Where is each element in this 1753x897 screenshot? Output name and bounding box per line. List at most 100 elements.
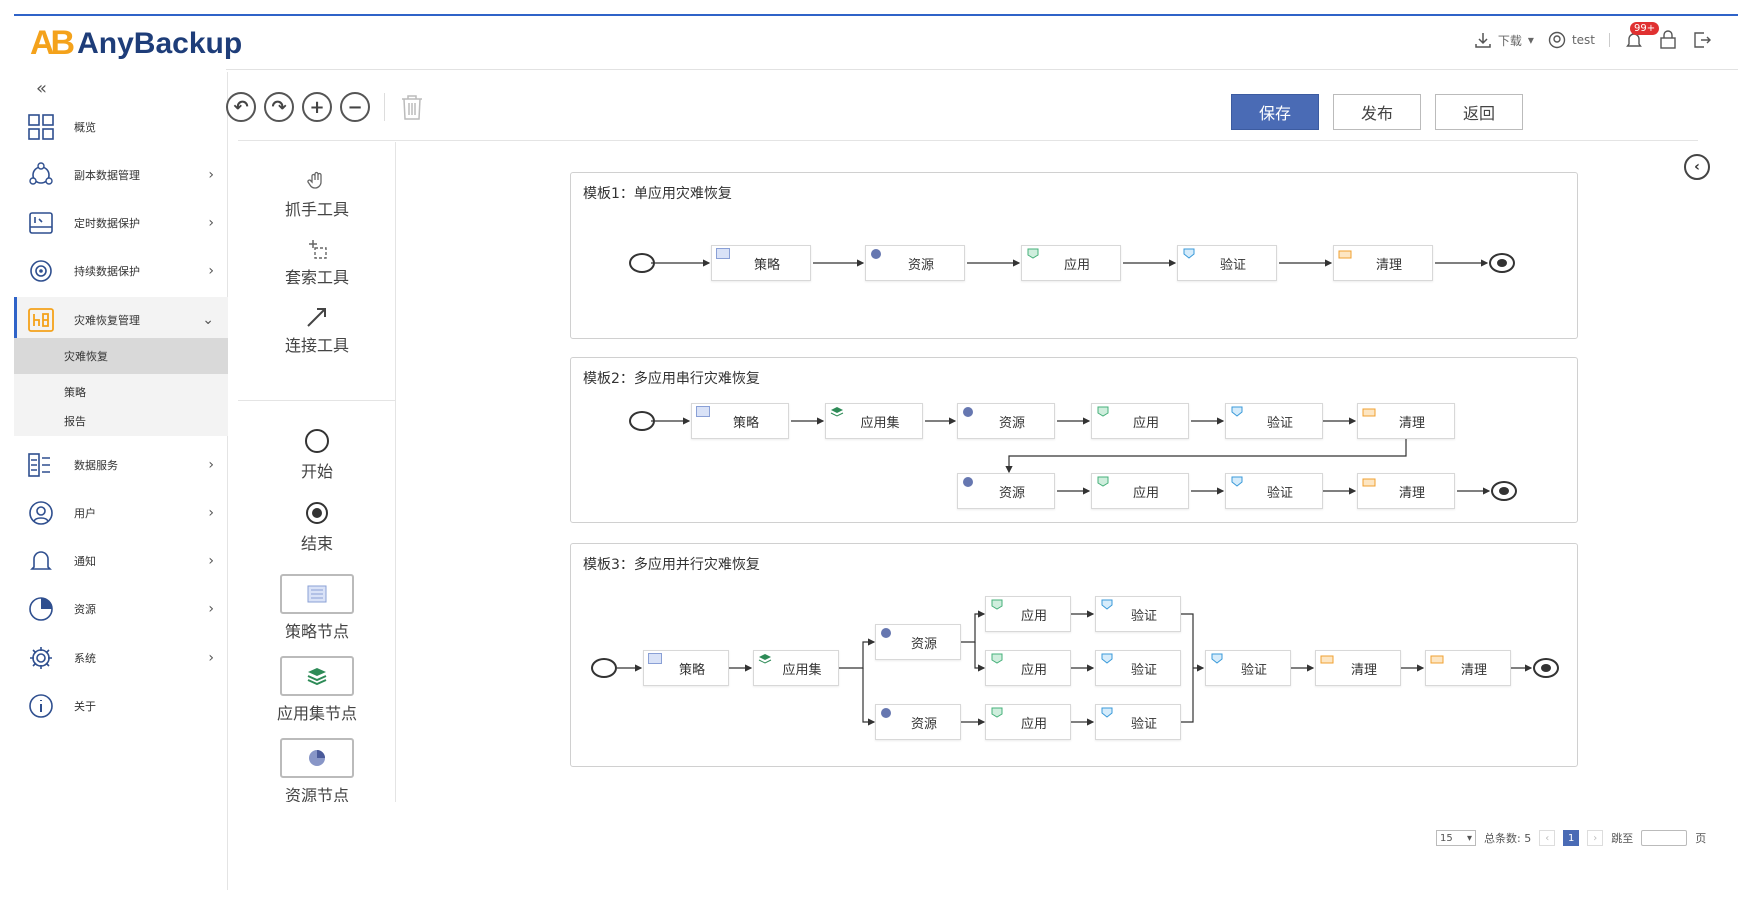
sidebar-item-label: 系统 [74, 652, 96, 665]
tool-palette: 抓手工具 套索工具 连接工具 开始 结束 策略节点 应用集节点 资源节点 [238, 142, 396, 802]
sidebar-item-about[interactable]: 关于 [14, 683, 228, 729]
policy-node[interactable]: 策略 [691, 403, 789, 439]
end-node-tool[interactable]: 结束 [238, 500, 395, 554]
policy-node-tool[interactable]: 策略节点 [238, 574, 395, 642]
chevron-right-icon: › [208, 505, 214, 521]
resource-node-tool[interactable]: 资源节点 [238, 738, 395, 802]
publish-button[interactable]: 发布 [1333, 94, 1421, 130]
sidebar: « 概览 副本数据管理 › 定时数据保护 › 持续数据保护 › 灾难恢复管理 ⌄ 灾难恢… [14, 72, 228, 890]
verify-node[interactable]: 验证 [1095, 704, 1181, 740]
sidebar-item-notification[interactable]: 通知 › [14, 538, 228, 584]
app-node[interactable]: 应用 [985, 596, 1071, 632]
node-label: 资源 [998, 485, 1025, 501]
end-node[interactable] [1489, 253, 1515, 273]
sidebar-item-label: 用户 [74, 507, 96, 520]
sidebar-item-system[interactable]: 系统 › [14, 635, 228, 681]
lock-icon[interactable] [1658, 30, 1678, 50]
sidebar-item-disaster-recovery[interactable]: 灾难恢复管理 ⌄ [14, 297, 228, 343]
header: AB AnyBackup 下载 ▾ test 99+ [14, 16, 1738, 70]
app-node[interactable]: 应用 [985, 704, 1071, 740]
back-button[interactable]: 返回 [1435, 94, 1523, 130]
template-card-2[interactable]: 模板2：多应用串行灾难恢复 策略 应用集 资源 应用 验证 清理 资源 应用 验… [570, 357, 1578, 523]
sidebar-subitem-disaster-recovery[interactable]: 灾难恢复 [14, 338, 228, 374]
start-node[interactable] [629, 253, 655, 273]
prev-page-button[interactable]: ‹ [1539, 830, 1556, 846]
appset-node[interactable]: 应用集 [753, 650, 839, 686]
app-icon [991, 599, 1003, 610]
logout-icon[interactable] [1692, 30, 1712, 50]
app-node[interactable]: 应用 [1091, 473, 1189, 509]
broom-icon [1320, 655, 1334, 664]
collapse-sidebar-icon[interactable]: « [36, 78, 47, 99]
notification-badge: 99+ [1630, 22, 1660, 35]
zoom-out-icon[interactable]: − [340, 92, 370, 122]
collapse-panel-icon[interactable]: ‹ [1684, 154, 1710, 180]
resource-node[interactable]: 资源 [875, 704, 961, 740]
pie-icon [881, 628, 891, 638]
sidebar-subitem-report[interactable]: 报告 [14, 406, 228, 436]
template-card-3[interactable]: 模板3：多应用并行灾难恢复 策略 应用集 资源 资源 应用 应用 应用 验证 验… [570, 543, 1578, 767]
clean-node[interactable]: 清理 [1425, 650, 1511, 686]
lasso-tool[interactable]: 套索工具 [238, 238, 395, 288]
clean-node[interactable]: 清理 [1333, 245, 1433, 281]
hand-tool[interactable]: 抓手工具 [238, 170, 395, 220]
sidebar-item-continuous-protection[interactable]: 持续数据保护 › [14, 248, 228, 294]
end-node[interactable] [1491, 481, 1517, 501]
current-page[interactable]: 1 [1563, 830, 1580, 846]
goto-page-input[interactable] [1641, 830, 1688, 846]
user-menu[interactable]: test [1548, 31, 1595, 49]
verify-node[interactable]: 验证 [1177, 245, 1277, 281]
app-node[interactable]: 应用 [1091, 403, 1189, 439]
start-node[interactable] [629, 411, 655, 431]
node-label: 资源 [910, 716, 937, 732]
verify-node[interactable]: 验证 [1095, 650, 1181, 686]
app-node[interactable]: 应用 [985, 650, 1071, 686]
notification-button[interactable]: 99+ [1624, 22, 1660, 50]
sidebar-subitem-policy[interactable]: 策略 [14, 374, 228, 410]
shield-icon [1101, 599, 1113, 610]
clean-node[interactable]: 清理 [1357, 403, 1455, 439]
connect-tool[interactable]: 连接工具 [238, 306, 395, 356]
zoom-in-icon[interactable]: + [302, 92, 332, 122]
download-menu[interactable]: 下载 ▾ [1474, 31, 1534, 49]
logo-mark: AB [30, 24, 75, 63]
resource-node[interactable]: 资源 [957, 473, 1055, 509]
appset-node[interactable]: 应用集 [825, 403, 923, 439]
clean-node[interactable]: 清理 [1357, 473, 1455, 509]
policy-node[interactable]: 策略 [643, 650, 729, 686]
shield-icon [1231, 406, 1243, 417]
sidebar-item-data-service[interactable]: 数据服务 › [14, 442, 228, 488]
logo[interactable]: AB AnyBackup [30, 24, 242, 63]
app-icon [1027, 248, 1039, 259]
sidebar-item-user[interactable]: 用户 › [14, 490, 228, 536]
sidebar-item-copy-data[interactable]: 副本数据管理 › [14, 152, 228, 198]
template-card-1[interactable]: 模板1：单应用灾难恢复 策略 资源 应用 验证 清理 [570, 172, 1578, 339]
policy-node[interactable]: 策略 [711, 245, 811, 281]
sidebar-item-scheduled-protection[interactable]: 定时数据保护 › [14, 200, 228, 246]
page-size-select[interactable]: 15 ▾ [1436, 830, 1476, 846]
undo-icon[interactable]: ↶ [226, 92, 256, 122]
clean-node[interactable]: 清理 [1315, 650, 1401, 686]
pie-icon [881, 708, 891, 718]
start-node-tool[interactable]: 开始 [238, 428, 395, 482]
header-tools: 下载 ▾ test 99+ [1474, 22, 1712, 50]
resource-node[interactable]: 资源 [865, 245, 965, 281]
sidebar-item-label: 通知 [74, 555, 96, 568]
verify-node[interactable]: 验证 [1225, 473, 1323, 509]
start-node[interactable] [591, 658, 617, 678]
app-node[interactable]: 应用 [1021, 245, 1121, 281]
save-button[interactable]: 保存 [1231, 94, 1319, 130]
resource-node[interactable]: 资源 [875, 624, 961, 660]
resource-node[interactable]: 资源 [957, 403, 1055, 439]
verify-node[interactable]: 验证 [1225, 403, 1323, 439]
appset-node-tool[interactable]: 应用集节点 [238, 656, 395, 724]
sidebar-item-overview[interactable]: 概览 [14, 104, 228, 150]
end-node[interactable] [1533, 658, 1559, 678]
sidebar-item-resource[interactable]: 资源 › [14, 586, 228, 632]
next-page-button[interactable]: › [1587, 830, 1604, 846]
verify-node[interactable]: 验证 [1095, 596, 1181, 632]
node-label: 验证 [1266, 485, 1293, 501]
trash-icon[interactable] [399, 93, 425, 121]
verify-node[interactable]: 验证 [1205, 650, 1291, 686]
redo-icon[interactable]: ↷ [264, 92, 294, 122]
